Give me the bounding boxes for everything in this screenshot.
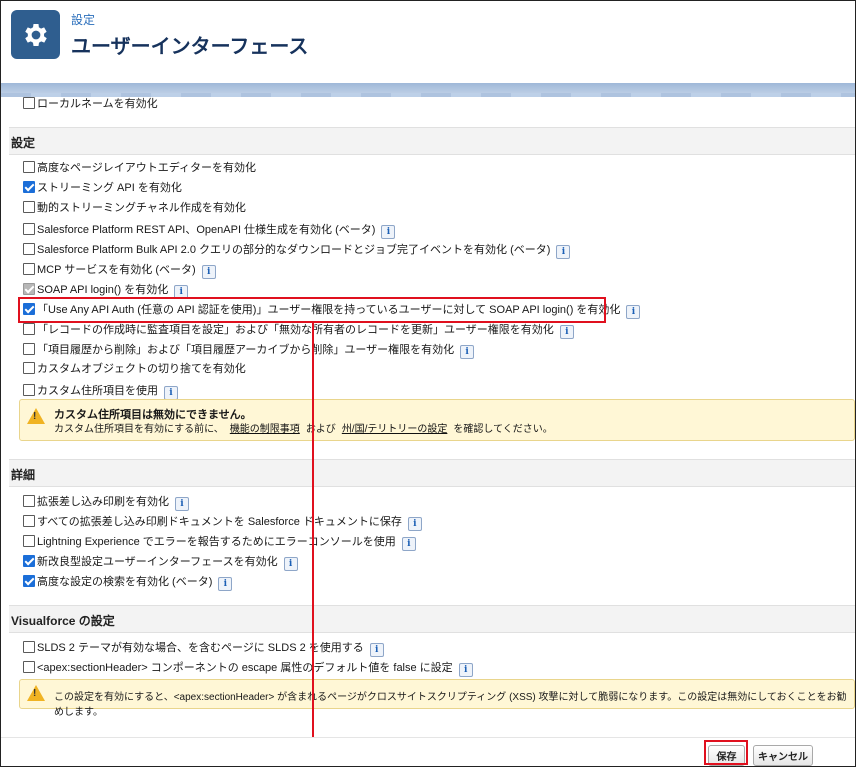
checkbox-label: SLDS 2 テーマが有効な場合、を含むページに SLDS 2 を使用する bbox=[37, 642, 364, 654]
checkbox[interactable] bbox=[23, 263, 35, 275]
checkbox-label: MCP サービスを有効化 (ベータ) bbox=[37, 264, 196, 276]
page-header: 設定 ユーザーインターフェース bbox=[1, 1, 855, 84]
section-title: 詳細 bbox=[11, 468, 36, 482]
info-icon[interactable]: i bbox=[369, 643, 384, 657]
checkbox-label: Lightning Experience でエラーを報告するためにエラーコンソー… bbox=[37, 536, 396, 548]
checkbox-label: カスタム住所項目を使用 bbox=[37, 385, 158, 397]
info-icon[interactable]: i bbox=[626, 305, 641, 319]
warning-text: カスタム住所項目を有効にする前に、 機能の制限事項 および 州/国/テリトリーの設定を… bbox=[54, 420, 553, 435]
warning-box-address: ! カスタム住所項目は無効にできません。 カスタム住所項目を有効にする前に、 機能… bbox=[19, 399, 855, 441]
section-title: 設定 bbox=[11, 136, 36, 150]
info-icon[interactable]: i bbox=[201, 265, 216, 279]
details-row[interactable]: Lightning Experience でエラーを報告するためにエラーコンソー… bbox=[23, 531, 416, 551]
checkbox-label: ローカルネームを有効化 bbox=[37, 98, 158, 110]
settings-row[interactable]: 高度なページレイアウトエディターを有効化 bbox=[23, 159, 256, 175]
checkbox[interactable] bbox=[23, 362, 35, 374]
warning-text-middle: および bbox=[305, 424, 336, 435]
checkbox[interactable] bbox=[23, 384, 35, 396]
page-title: ユーザーインターフェース bbox=[71, 36, 309, 58]
section-header-details: 詳細 bbox=[9, 459, 855, 487]
checkbox[interactable] bbox=[23, 223, 35, 235]
checkbox-checked[interactable] bbox=[23, 575, 35, 587]
warning-text-before: カスタム住所項目を有効にする前に、 bbox=[54, 424, 224, 435]
info-icon[interactable]: i bbox=[460, 345, 475, 359]
settings-row[interactable]: ストリーミング API を有効化 bbox=[23, 179, 182, 195]
info-icon[interactable]: i bbox=[164, 386, 178, 400]
info-icon[interactable]: i bbox=[401, 537, 416, 551]
checkbox[interactable] bbox=[23, 323, 35, 335]
visualforce-row[interactable]: <apex:sectionHeader> コンポーネントの escape 属性の… bbox=[23, 657, 473, 677]
checkbox-label: 新改良型設定ユーザーインターフェースを有効化 bbox=[37, 556, 278, 568]
info-icon[interactable]: i bbox=[218, 577, 233, 591]
link-state-country-settings[interactable]: 州/国/テリトリーの設定 bbox=[342, 424, 448, 435]
checkbox-label: ストリーミング API を有効化 bbox=[37, 182, 182, 194]
warning-icon: ! bbox=[27, 408, 45, 424]
details-row[interactable]: 拡張差し込み印刷を有効化 i bbox=[23, 491, 189, 511]
warning-text-after: を確認してください。 bbox=[453, 424, 553, 435]
highlight-box-soap-login bbox=[18, 297, 606, 323]
checkbox-label: SOAP API login() を有効化 bbox=[37, 284, 169, 296]
checkbox[interactable] bbox=[23, 535, 35, 547]
cancel-button[interactable]: キャンセル bbox=[753, 745, 813, 766]
warning-text: この設定を有効にすると、<apex:sectionHeader> が含まれるペー… bbox=[54, 692, 847, 718]
checkbox-checked[interactable] bbox=[23, 555, 35, 567]
link-feature-limitations[interactable]: 機能の制限事項 bbox=[230, 424, 300, 435]
warning-icon: ! bbox=[27, 685, 45, 701]
checkbox-label: <apex:sectionHeader> コンポーネントの escape 属性の… bbox=[37, 662, 453, 674]
settings-row[interactable]: カスタム住所項目を使用 i bbox=[23, 380, 178, 400]
checkbox[interactable] bbox=[23, 201, 35, 213]
checkbox[interactable] bbox=[23, 495, 35, 507]
info-icon[interactable]: i bbox=[175, 497, 189, 511]
checkbox-label: 動的ストリーミングチャネル作成を有効化 bbox=[37, 202, 246, 214]
checkbox-row-local-name[interactable]: ローカルネームを有効化 bbox=[23, 95, 158, 111]
checkbox-label: すべての拡張差し込み印刷ドキュメントを Salesforce ドキュメントに保存 bbox=[37, 516, 402, 528]
checkbox-label: 拡張差し込み印刷を有効化 bbox=[37, 496, 169, 508]
checkbox[interactable] bbox=[23, 515, 35, 527]
checkbox[interactable] bbox=[23, 661, 35, 673]
section-header-settings: 設定 bbox=[9, 127, 855, 155]
settings-row[interactable]: 「項目履歴から削除」および「項目履歴アーカイブから削除」ユーザー権限を有効化 i bbox=[23, 339, 475, 359]
settings-row[interactable]: 動的ストリーミングチャネル作成を有効化 bbox=[23, 199, 246, 215]
info-icon[interactable]: i bbox=[556, 245, 571, 259]
details-row[interactable]: 新改良型設定ユーザーインターフェースを有効化 i bbox=[23, 551, 298, 571]
highlight-box-save bbox=[704, 740, 748, 765]
checkbox-checked[interactable] bbox=[23, 181, 35, 193]
checkbox[interactable] bbox=[23, 641, 35, 653]
setup-page: 設定 ユーザーインターフェース ローカルネームを有効化 設定 高度なページレイア… bbox=[0, 0, 856, 767]
settings-row[interactable]: MCP サービスを有効化 (ベータ) i bbox=[23, 259, 216, 279]
info-icon[interactable]: i bbox=[407, 517, 422, 531]
settings-row[interactable]: SOAP API login() を有効化 i bbox=[23, 279, 189, 299]
settings-row[interactable]: Salesforce Platform Bulk API 2.0 クエリの部分的… bbox=[23, 239, 571, 259]
checkbox-label: 「レコードの作成時に監査項目を設定」および「無効な所有者のレコードを更新」ユーザ… bbox=[37, 324, 554, 336]
breadcrumb[interactable]: 設定 bbox=[71, 11, 95, 28]
checkbox-checked bbox=[23, 283, 35, 295]
section-title: Visualforce の設定 bbox=[11, 614, 115, 628]
checkbox-label: 高度な設定の検索を有効化 (ベータ) bbox=[37, 576, 213, 588]
checkbox[interactable] bbox=[23, 161, 35, 173]
annotation-line-vertical bbox=[312, 322, 314, 752]
settings-row[interactable]: カスタムオブジェクトの切り捨てを有効化 bbox=[23, 360, 246, 376]
checkbox[interactable] bbox=[23, 343, 35, 355]
visualforce-row[interactable]: SLDS 2 テーマが有効な場合、を含むページに SLDS 2 を使用する i bbox=[23, 637, 384, 657]
info-icon[interactable]: i bbox=[381, 225, 396, 239]
setup-gear-icon bbox=[11, 10, 60, 59]
checkbox-label: Salesforce Platform REST API、OpenAPI 仕様生… bbox=[37, 224, 376, 236]
settings-form: ローカルネームを有効化 設定 高度なページレイアウトエディターを有効化 ストリーミ… bbox=[1, 97, 855, 737]
checkbox[interactable] bbox=[23, 243, 35, 255]
checkbox-label: 「項目履歴から削除」および「項目履歴アーカイブから削除」ユーザー権限を有効化 bbox=[37, 344, 455, 356]
checkbox[interactable] bbox=[23, 97, 35, 109]
section-header-visualforce: Visualforce の設定 bbox=[9, 605, 855, 633]
info-icon[interactable]: i bbox=[559, 325, 574, 339]
checkbox-label: Salesforce Platform Bulk API 2.0 クエリの部分的… bbox=[37, 244, 551, 256]
details-row[interactable]: すべての拡張差し込み印刷ドキュメントを Salesforce ドキュメントに保存… bbox=[23, 511, 422, 531]
warning-box-xss: ! この設定を有効にすると、<apex:sectionHeader> が含まれる… bbox=[19, 679, 855, 718]
details-row[interactable]: 高度な設定の検索を有効化 (ベータ) i bbox=[23, 571, 233, 591]
checkbox-label: カスタムオブジェクトの切り捨てを有効化 bbox=[37, 363, 246, 375]
info-icon[interactable]: i bbox=[458, 663, 473, 677]
checkbox-label: 高度なページレイアウトエディターを有効化 bbox=[37, 162, 257, 174]
settings-row[interactable]: Salesforce Platform REST API、OpenAPI 仕様生… bbox=[23, 219, 396, 239]
info-icon[interactable]: i bbox=[283, 557, 298, 571]
